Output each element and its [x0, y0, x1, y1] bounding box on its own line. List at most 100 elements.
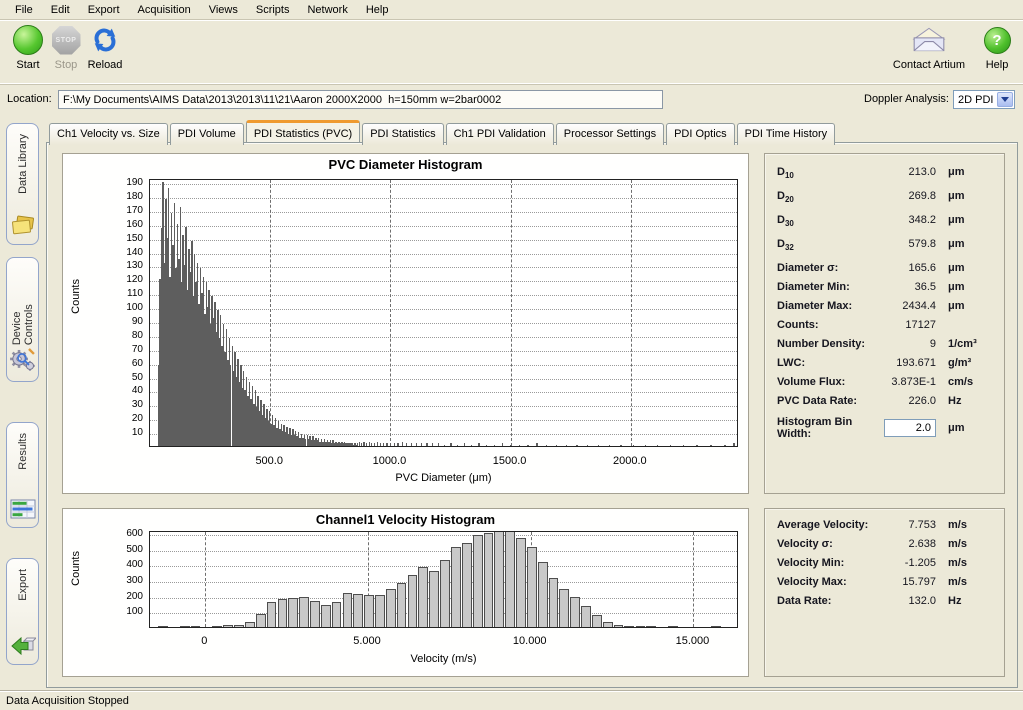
start-button[interactable]: Start [6, 23, 50, 71]
tab-processor-settings[interactable]: Processor Settings [556, 123, 664, 145]
location-row: Location: Doppler Analysis: 2D PDI [0, 84, 1023, 112]
bar [364, 595, 374, 627]
menu-item-export[interactable]: Export [79, 1, 129, 19]
stat-unit: m/s [948, 557, 994, 569]
bar [402, 442, 403, 446]
y-tick-label: 180 [105, 191, 143, 202]
status-bar: Data Acquisition Stopped [0, 691, 1023, 710]
velocity-stats-panel: Average Velocity:7.753m/sVelocity σ:2.63… [764, 508, 1005, 677]
help-button[interactable]: ? Help [975, 23, 1019, 71]
stat-value: 3.873E-1 [874, 376, 936, 388]
stop-icon: STOP [52, 26, 81, 55]
stat-row-velocity-min: Velocity Min:-1.205m/s [777, 557, 994, 576]
bar [538, 562, 548, 627]
bar [386, 443, 387, 446]
menu-item-file[interactable]: File [6, 1, 42, 19]
bar [473, 535, 483, 627]
bar [418, 567, 428, 627]
x-tick-label: 1500.0 [480, 455, 540, 467]
stat-row-diameter-max: Diameter Max:2434.4μm [777, 300, 994, 319]
histogram-bin-width-input[interactable] [884, 419, 936, 437]
sidebar-item-data-library[interactable]: Data Library [6, 123, 39, 245]
y-tick-label: 190 [105, 177, 143, 188]
histogram-bin-width-unit: μm [948, 422, 994, 434]
x-tick-label: 500.0 [239, 455, 299, 467]
bar [510, 445, 511, 446]
location-input[interactable] [58, 90, 663, 109]
y-tick-label: 30 [105, 399, 143, 410]
x-tick-label: 10.000 [500, 635, 560, 647]
bar [549, 578, 559, 627]
tab-ch1-pdi-validation[interactable]: Ch1 PDI Validation [446, 123, 554, 145]
stat-value: 348.2 [874, 214, 936, 226]
plot-area [149, 531, 738, 628]
sidebar-item-export[interactable]: Export [6, 558, 39, 665]
help-icon-glyph: ? [992, 32, 1001, 49]
tab-ch1-velocity-vs-size[interactable]: Ch1 Velocity vs. Size [49, 123, 168, 145]
tab-pdi-statistics-pvc[interactable]: PDI Statistics (PVC) [246, 120, 360, 142]
doppler-analysis-value: 2D PDI [954, 94, 997, 106]
tab-pdi-optics[interactable]: PDI Optics [666, 123, 735, 145]
bar [668, 626, 678, 627]
stat-value: 193.671 [874, 357, 936, 369]
folders-icon [10, 214, 36, 236]
menu-item-help[interactable]: Help [357, 1, 398, 19]
stat-row-counts: Counts:17127 [777, 319, 994, 338]
stop-button[interactable]: STOP Stop [48, 23, 84, 71]
y-tick-label: 20 [105, 413, 143, 424]
menu-item-edit[interactable]: Edit [42, 1, 79, 19]
reload-icon [90, 26, 120, 54]
main-area: Data Library Device Controls [0, 115, 1023, 690]
y-tick-label: 140 [105, 247, 143, 258]
bar [462, 543, 472, 627]
histogram-bars [150, 532, 737, 627]
bar [408, 575, 418, 627]
bar [386, 589, 396, 627]
bar [432, 443, 433, 446]
stat-value: 579.8 [874, 238, 936, 250]
menu-item-acquisition[interactable]: Acquisition [129, 1, 200, 19]
sidebar-item-device-controls[interactable]: Device Controls [6, 257, 39, 382]
y-tick-label: 160 [105, 219, 143, 230]
bar [234, 625, 244, 627]
bar [609, 445, 610, 446]
stat-row-pvc-data-rate: PVC Data Rate:226.0Hz [777, 395, 994, 414]
bar [375, 595, 385, 627]
stat-unit: μm [948, 238, 994, 250]
stat-row-d30: D30348.2μm [777, 214, 994, 238]
sidebar-item-results[interactable]: Results [6, 422, 39, 528]
reload-button-label: Reload [82, 59, 128, 71]
menu-item-views[interactable]: Views [200, 1, 247, 19]
bar [390, 443, 391, 446]
tab-pdi-time-history[interactable]: PDI Time History [737, 123, 836, 145]
stat-value: 226.0 [874, 395, 936, 407]
contact-artium-button[interactable]: Contact Artium [885, 23, 973, 71]
x-tick-label: 1000.0 [359, 455, 419, 467]
reload-button[interactable]: Reload [82, 23, 128, 71]
tab-pdi-statistics[interactable]: PDI Statistics [362, 123, 443, 145]
bar [603, 622, 613, 627]
menu-item-scripts[interactable]: Scripts [247, 1, 299, 19]
bar [566, 445, 567, 446]
diameter-stats-panel: D10213.0μmD20269.8μmD30348.2μmD32579.8μm… [764, 153, 1005, 494]
bar [710, 445, 711, 446]
bar [570, 597, 580, 627]
bar [502, 443, 503, 446]
bar [212, 626, 222, 627]
bar [299, 597, 309, 627]
stat-label: D30 [777, 214, 874, 228]
y-tick-label: 90 [105, 316, 143, 327]
bar [450, 443, 451, 446]
bar [310, 601, 320, 627]
bar [267, 602, 277, 628]
envelope-icon [911, 27, 947, 53]
menu-item-network[interactable]: Network [298, 1, 356, 19]
bar [733, 443, 734, 446]
y-tick-label: 170 [105, 205, 143, 216]
stat-row-d32: D32579.8μm [777, 238, 994, 262]
bar [411, 443, 412, 446]
doppler-analysis-select[interactable]: 2D PDI [953, 90, 1015, 109]
tab-pdi-volume[interactable]: PDI Volume [170, 123, 244, 145]
chevron-down-icon[interactable] [997, 92, 1013, 107]
stat-unit: μm [948, 262, 994, 274]
